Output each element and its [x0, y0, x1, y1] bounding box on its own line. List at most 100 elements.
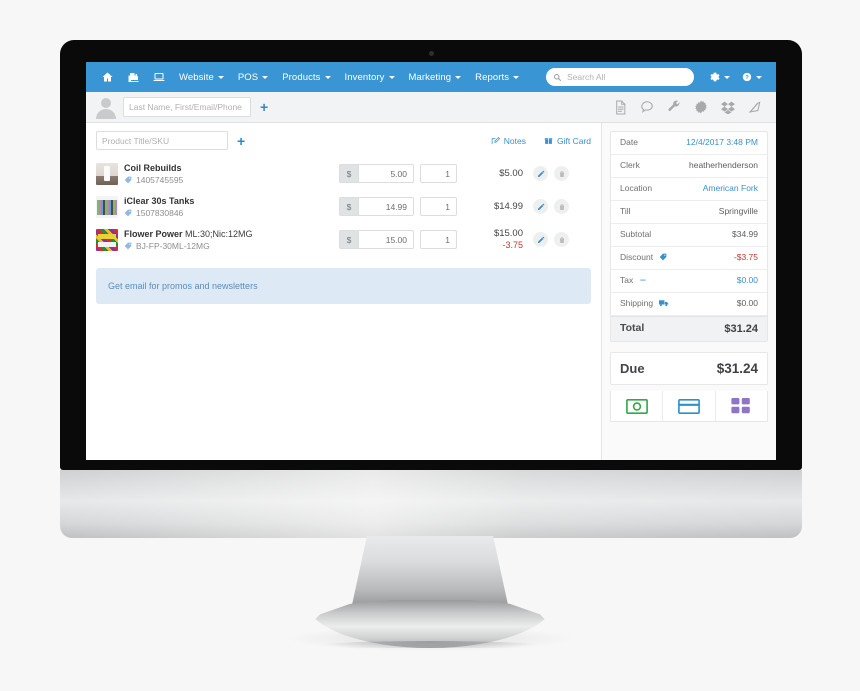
notes-label: Notes [503, 135, 526, 146]
price-input[interactable]: 14.99 [358, 197, 414, 217]
trash-icon [559, 170, 564, 177]
product-name: iClear 30s Tanks [124, 195, 339, 207]
tag-icon[interactable] [748, 100, 762, 114]
wrench-icon[interactable] [667, 100, 681, 114]
chevron-down-icon [262, 75, 269, 79]
comment-icon[interactable] [640, 100, 654, 114]
product-info: Coil Rebuilds 1405745595 [124, 162, 339, 185]
pencil-icon [537, 170, 544, 177]
nav-menu-website[interactable]: Website [172, 72, 231, 83]
line-discount-value: -3.75 [502, 240, 523, 251]
summary-value: $0.00 [736, 275, 758, 285]
summary-row-shipping: Shipping $0.00 [611, 293, 767, 316]
product-title: Flower Power [124, 229, 183, 240]
product-info: Flower Power ML:30;Nic:12MG BJ-FP-30ML-1… [124, 228, 339, 251]
home-icon[interactable] [94, 71, 120, 83]
nav-menu-reports[interactable]: Reports [468, 72, 526, 83]
nav-menu-label: Inventory [344, 71, 385, 83]
quantity-input[interactable]: 1 [420, 164, 457, 184]
add-customer-button[interactable]: + [260, 100, 268, 114]
summary-row-date: Date 12/4/2017 3:48 PM [611, 132, 767, 155]
summary-row-location: Location American Fork [611, 178, 767, 201]
product-search-placeholder: Product Title/SKU [102, 135, 170, 146]
cash-register-icon[interactable] [120, 71, 146, 83]
chevron-down-icon [513, 75, 520, 79]
price-input[interactable]: 15.00 [358, 230, 414, 250]
row-actions [533, 166, 569, 182]
currency-prefix: $ [339, 197, 358, 217]
burst-gear-icon[interactable] [694, 100, 708, 114]
edit-line-button[interactable] [533, 166, 548, 182]
avatar[interactable] [94, 95, 118, 119]
nav-menu-inventory[interactable]: Inventory [338, 72, 402, 83]
nav-menu-pos[interactable]: POS [231, 72, 275, 83]
document-icon[interactable] [614, 100, 627, 115]
nav-menu-label: Website [179, 71, 214, 83]
edit-line-button[interactable] [533, 199, 548, 215]
screen: Website POS Products Inventory Marketing [86, 62, 776, 460]
monitor-bezel: Website POS Products Inventory Marketing [60, 40, 802, 470]
delete-line-button[interactable] [554, 232, 569, 248]
row-actions [533, 232, 569, 248]
percent-tag-icon[interactable] [659, 253, 667, 261]
summary-row-clerk: Clerk heatherhenderson [611, 155, 767, 178]
dash-icon[interactable] [639, 276, 647, 284]
other-payment-button[interactable] [716, 391, 767, 421]
nav-menu-label: Marketing [408, 71, 452, 83]
promo-text: Get email for promos and newsletters [108, 281, 258, 292]
gift-icon [544, 137, 553, 144]
laptop-icon[interactable] [146, 71, 172, 83]
quantity-input[interactable]: 1 [420, 197, 457, 217]
sku-tag-icon [124, 176, 132, 184]
sku-tag-icon [124, 209, 132, 217]
avatar-body [96, 109, 116, 119]
summary-value: $0.00 [736, 298, 758, 308]
sku-value: 1507830846 [136, 208, 184, 219]
promo-banner[interactable]: Get email for promos and newsletters [96, 268, 591, 305]
cash-payment-button[interactable] [611, 391, 664, 422]
delete-line-button[interactable] [554, 199, 569, 215]
question-circle-icon: ? [742, 72, 752, 82]
card-payment-button[interactable] [663, 391, 716, 422]
summary-value: heatherhenderson [688, 160, 758, 170]
notes-button[interactable]: Notes [491, 136, 526, 146]
price-input[interactable]: 5.00 [358, 164, 414, 184]
customer-search-input[interactable]: Last Name, First/Email/Phone [123, 97, 251, 117]
summary-value[interactable]: 12/4/2017 3:48 PM [686, 137, 758, 148]
product-search-input[interactable]: Product Title/SKU [96, 131, 228, 150]
chevron-down-icon [324, 75, 331, 79]
cart-panel: Product Title/SKU + Notes Gift Card Coil… [86, 123, 602, 460]
nav-menu-products[interactable]: Products [275, 72, 337, 83]
product-name: Flower Power ML:30;Nic:12MG [124, 228, 339, 240]
monitor-chin [60, 470, 802, 538]
gift-card-button[interactable]: Gift Card [544, 136, 591, 146]
price-group: $ 15.00 [339, 230, 414, 250]
currency-prefix: $ [339, 164, 358, 184]
chevron-down-icon [455, 75, 462, 79]
product-info: iClear 30s Tanks 1507830846 [124, 195, 339, 218]
summary-row-discount: Discount -$3.75 [611, 247, 767, 270]
main-content: Product Title/SKU + Notes Gift Card Coil… [86, 123, 776, 460]
summary-row-subtotal: Subtotal $34.99 [611, 224, 767, 247]
banknote-icon [625, 398, 648, 414]
nav-menu-marketing[interactable]: Marketing [402, 72, 469, 83]
help-menu[interactable]: ? [736, 72, 768, 82]
trash-icon [559, 237, 564, 243]
global-search-input[interactable]: Search All [546, 68, 694, 86]
product-title: Coil Rebuilds [124, 163, 182, 173]
pencil-icon [537, 236, 544, 243]
dropbox-icon[interactable] [721, 101, 735, 114]
summary-value[interactable]: American Fork [703, 183, 758, 194]
price-group: $ 14.99 [339, 197, 414, 217]
quantity-input[interactable]: 1 [420, 230, 457, 250]
add-product-button[interactable]: + [237, 134, 245, 148]
edit-line-button[interactable] [533, 232, 548, 248]
truck-icon[interactable] [659, 299, 669, 307]
due-value: $31.24 [716, 361, 758, 377]
summary-row-till: Till Springville [611, 201, 767, 224]
product-sku: BJ-FP-30ML-12MG [124, 241, 339, 251]
toolbar-icons [614, 100, 768, 115]
settings-menu[interactable] [704, 72, 736, 82]
summary-label: Shipping [620, 298, 669, 308]
delete-line-button[interactable] [554, 166, 569, 182]
